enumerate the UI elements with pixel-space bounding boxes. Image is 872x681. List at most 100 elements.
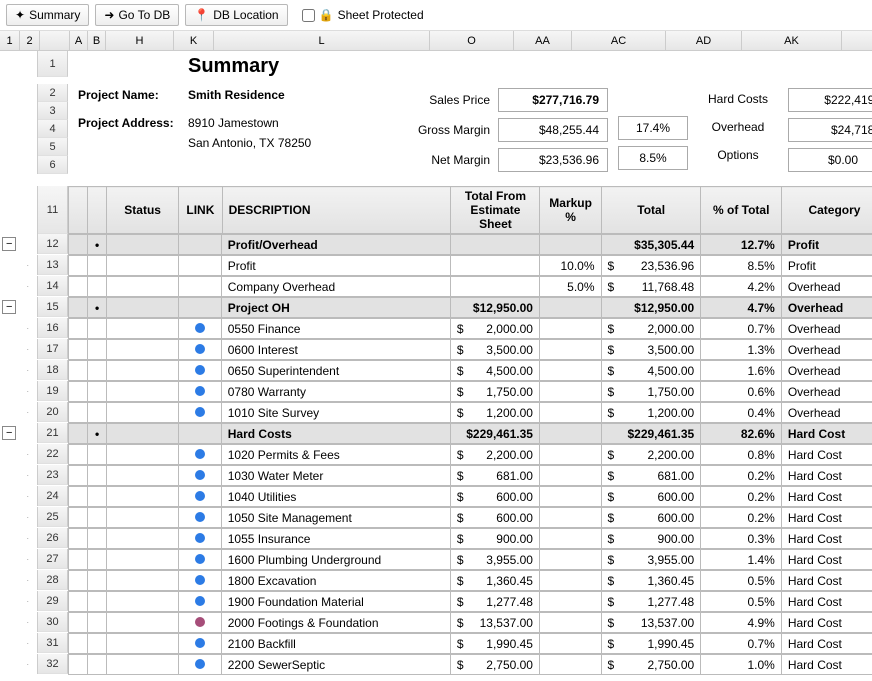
cell-mk[interactable]: [539, 361, 601, 381]
cell-status[interactable]: [107, 235, 179, 255]
row-hdr-19[interactable]: 19: [38, 381, 68, 401]
cell-mk[interactable]: 10.0%: [539, 256, 601, 276]
cell-tfe[interactable]: $600.00: [450, 487, 539, 507]
cell-pct[interactable]: 0.2%: [701, 466, 782, 486]
cell-pct[interactable]: 1.6%: [701, 361, 782, 381]
cell-link[interactable]: [179, 424, 221, 444]
cell-link[interactable]: [179, 550, 221, 570]
row-hdr-20[interactable]: 20: [38, 402, 68, 422]
row-hdr-22[interactable]: 22: [38, 444, 68, 464]
cell-cat[interactable]: Overhead: [781, 277, 872, 297]
cell-desc[interactable]: 1050 Site Management: [221, 508, 450, 528]
cell-tfe[interactable]: $2,200.00: [450, 445, 539, 465]
dblocation-button[interactable]: 📍DB Location: [185, 4, 287, 26]
cell-total[interactable]: $2,200.00: [601, 445, 701, 465]
cell-cat[interactable]: Overhead: [781, 319, 872, 339]
th-link[interactable]: LINK: [179, 187, 222, 234]
colhdr-H[interactable]: H: [106, 31, 174, 50]
th-desc[interactable]: DESCRIPTION: [222, 187, 451, 234]
row-hdr-29[interactable]: 29: [38, 591, 68, 611]
table-row[interactable]: 1030 Water Meter $681.00 $681.00 0.2% Ha…: [69, 466, 872, 486]
table-row[interactable]: Company Overhead 5.0% $11,768.48 4.2% Ov…: [69, 277, 872, 297]
cell-status[interactable]: [107, 319, 179, 339]
cell-cat[interactable]: Hard Cost: [781, 424, 872, 444]
cell-tfe[interactable]: $1,200.00: [450, 403, 539, 423]
cell-link[interactable]: [179, 655, 221, 675]
cell-status[interactable]: [107, 277, 179, 297]
link-dot-icon[interactable]: [195, 407, 205, 417]
cell-total[interactable]: $900.00: [601, 529, 701, 549]
cell-desc[interactable]: 0650 Superintendent: [221, 361, 450, 381]
cell-tfe[interactable]: $1,277.48: [450, 592, 539, 612]
cell-status[interactable]: [107, 298, 179, 318]
table-row[interactable]: 1800 Excavation $1,360.45 $1,360.45 0.5%…: [69, 571, 872, 591]
cell-mk[interactable]: [539, 424, 601, 444]
cell-mk[interactable]: [539, 487, 601, 507]
cell-tfe[interactable]: $13,537.00: [450, 613, 539, 633]
cell-cat[interactable]: Hard Cost: [781, 487, 872, 507]
cell-link[interactable]: [179, 235, 221, 255]
row-hdr-12[interactable]: 12: [38, 234, 68, 254]
sheet-protected-checkbox[interactable]: [302, 9, 315, 22]
table-row[interactable]: 1020 Permits & Fees $2,200.00 $2,200.00 …: [69, 445, 872, 465]
th-mk[interactable]: Markup %: [540, 187, 601, 234]
cell-pct[interactable]: 12.7%: [701, 235, 782, 255]
cell-mk[interactable]: [539, 571, 601, 591]
link-dot-icon[interactable]: [195, 554, 205, 564]
cell-status[interactable]: [107, 571, 179, 591]
link-dot-icon[interactable]: [195, 596, 205, 606]
cell-desc[interactable]: 0600 Interest: [221, 340, 450, 360]
colhdr-AC[interactable]: AC: [572, 31, 666, 50]
cell-cat[interactable]: Overhead: [781, 403, 872, 423]
row-hdr-15[interactable]: 15: [38, 297, 68, 317]
cell-pct[interactable]: 0.6%: [701, 382, 782, 402]
cell-cat[interactable]: Hard Cost: [781, 571, 872, 591]
row-hdr-14[interactable]: 14: [38, 276, 68, 296]
cell-desc[interactable]: 0780 Warranty: [221, 382, 450, 402]
cell-status[interactable]: [107, 634, 179, 654]
cell-desc[interactable]: 2000 Footings & Foundation: [221, 613, 450, 633]
cell-status[interactable]: [107, 508, 179, 528]
colhdr-AD[interactable]: AD: [666, 31, 742, 50]
cell-status[interactable]: [107, 361, 179, 381]
cell-cat[interactable]: Hard Cost: [781, 634, 872, 654]
row-hdr-32[interactable]: 32: [38, 654, 68, 674]
cell-pct[interactable]: 0.8%: [701, 445, 782, 465]
cell-mk[interactable]: [539, 382, 601, 402]
cell-desc[interactable]: 1010 Site Survey: [221, 403, 450, 423]
cell-mk[interactable]: [539, 298, 601, 318]
cell-status[interactable]: [107, 466, 179, 486]
cell-total[interactable]: $35,305.44: [601, 235, 701, 255]
cell-link[interactable]: [179, 361, 221, 381]
cell-mk[interactable]: [539, 466, 601, 486]
cell-pct[interactable]: 0.4%: [701, 403, 782, 423]
colhdr-A[interactable]: A: [70, 31, 88, 50]
cell-total[interactable]: $2,000.00: [601, 319, 701, 339]
cell-cat[interactable]: Profit: [781, 235, 872, 255]
cell-mk[interactable]: 5.0%: [539, 277, 601, 297]
table-row[interactable]: 0550 Finance $2,000.00 $2,000.00 0.7% Ov…: [69, 319, 872, 339]
row-hdr-11[interactable]: 11: [38, 186, 68, 234]
table-row[interactable]: Profit 10.0% $23,536.96 8.5% Profit: [69, 256, 872, 276]
cell-desc[interactable]: 1020 Permits & Fees: [221, 445, 450, 465]
th-status[interactable]: Status: [107, 187, 179, 234]
th-pct[interactable]: % of Total: [701, 187, 782, 234]
row-hdr-23[interactable]: 23: [38, 465, 68, 485]
cell-pct[interactable]: 0.2%: [701, 487, 782, 507]
link-dot-icon[interactable]: [195, 344, 205, 354]
cell-tfe[interactable]: $229,461.35: [450, 424, 539, 444]
cell-total[interactable]: $681.00: [601, 466, 701, 486]
cell-link[interactable]: [179, 298, 221, 318]
cell-link[interactable]: [179, 340, 221, 360]
link-dot-icon[interactable]: [195, 512, 205, 522]
cell-link[interactable]: [179, 487, 221, 507]
row-hdr-5[interactable]: 5: [38, 138, 68, 156]
table-row[interactable]: 2100 Backfill $1,990.45 $1,990.45 0.7% H…: [69, 634, 872, 654]
cell-mk[interactable]: [539, 550, 601, 570]
link-dot-icon[interactable]: [195, 491, 205, 501]
cell-status[interactable]: [107, 445, 179, 465]
cell-cat[interactable]: Overhead: [781, 382, 872, 402]
cell-tfe[interactable]: $4,500.00: [450, 361, 539, 381]
cell-desc[interactable]: 1900 Foundation Material: [221, 592, 450, 612]
cell-link[interactable]: [179, 508, 221, 528]
